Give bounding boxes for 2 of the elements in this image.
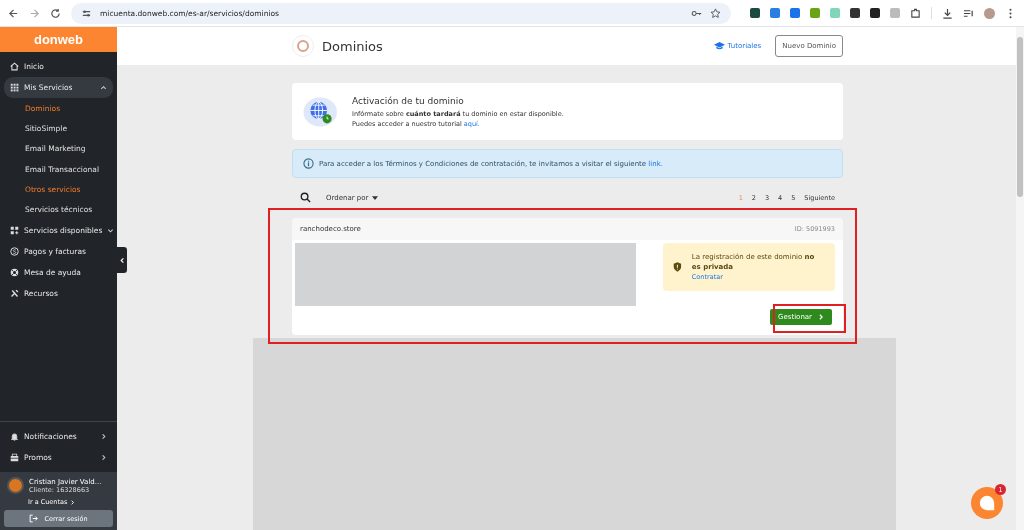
card-title: Activación de tu dominio bbox=[352, 95, 465, 106]
page-title: Dominios bbox=[322, 38, 383, 54]
